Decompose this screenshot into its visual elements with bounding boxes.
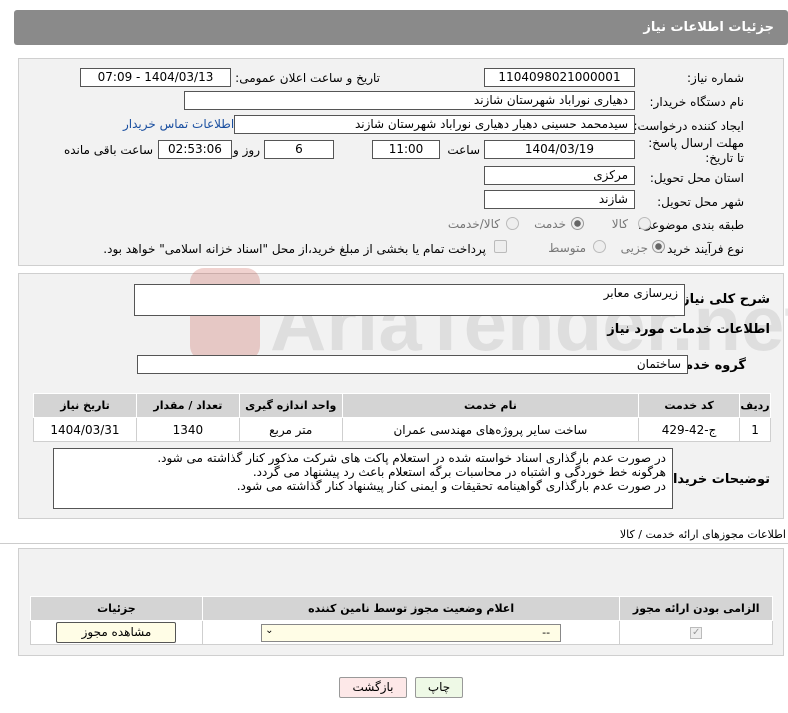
buyer-notes-label: توضیحات خریدار: xyxy=(660,472,770,487)
deadline-days-label: روز و xyxy=(233,143,260,157)
deadline-label: مهلت ارسال پاسخ: تا تاریخ: xyxy=(648,136,744,165)
category-option-goods: کالا xyxy=(611,217,628,231)
buyer-notes-box: در صورت عدم بارگذاری اسناد خواسته شده در… xyxy=(53,448,673,509)
requester-label: ایجاد کننده درخواست: xyxy=(633,119,744,133)
cell-unit: متر مربع xyxy=(238,417,343,442)
need-number-label: شماره نیاز: xyxy=(687,71,744,85)
treasury-note: پرداخت تمام یا بخشی از مبلغ خرید،از محل … xyxy=(103,242,486,256)
category-option-goods-service: کالا/خدمت xyxy=(447,217,500,231)
cell-code: ج-42-429 xyxy=(638,417,741,442)
table-row: 1 ج-42-429 ساخت سایر پروژه‌های مهندسی عم… xyxy=(33,417,771,442)
process-radio-medium[interactable] xyxy=(593,240,606,253)
permit-required-checkbox: ✓ xyxy=(690,627,703,639)
deadline-days-field: 6 xyxy=(264,140,334,159)
buyer-note-line: در صورت عدم بارگذاری اسناد خواسته شده در… xyxy=(157,451,666,465)
permit-status-cell: -- ⌄ xyxy=(201,620,621,645)
province-label: استان محل تحویل: xyxy=(649,171,744,185)
city-label: شهر محل تحویل: xyxy=(657,195,744,209)
permit-row: ✓ -- ⌄ مشاهده مجوز xyxy=(30,620,773,645)
process-radio-minor[interactable] xyxy=(652,240,665,253)
service-group-field: ساختمان xyxy=(137,355,688,374)
permit-col-required: الزامی بودن ارائه مجوز xyxy=(619,596,773,621)
permit-col-details: جزئیات xyxy=(30,596,203,621)
col-header-date: تاریخ نیاز xyxy=(33,393,137,418)
process-label: نوع فرآیند خرید : xyxy=(659,242,744,256)
treasury-checkbox[interactable] xyxy=(494,240,507,253)
permits-divider xyxy=(0,543,788,544)
cell-qty: 1340 xyxy=(135,417,240,442)
cell-name: ساخت سایر پروژه‌های مهندسی عمران xyxy=(341,417,640,442)
col-header-row: ردیف xyxy=(739,393,771,418)
city-field: شازند xyxy=(484,190,635,209)
category-label: طبقه بندی موضوعی: xyxy=(637,218,744,232)
buyer-label: نام دستگاه خریدار: xyxy=(649,95,745,109)
requester-field: سیدمحمد حسینی دهیار دهیاری نوراباد شهرست… xyxy=(234,115,635,134)
permit-status-value: -- xyxy=(542,625,551,639)
category-radio-service[interactable] xyxy=(571,217,584,230)
remaining-time-field: 02:53:06 xyxy=(158,140,232,159)
deadline-time-field: 11:00 xyxy=(372,140,440,159)
page-title: جزئیات اطلاعات نیاز xyxy=(14,10,788,45)
summary-label: شرح کلی نیاز: xyxy=(676,292,770,307)
col-header-qty: تعداد / مقدار xyxy=(135,393,240,418)
print-button[interactable]: چاپ xyxy=(415,677,463,698)
col-header-code: کد خدمت xyxy=(638,393,741,418)
category-radio-goods[interactable] xyxy=(638,217,651,230)
buyer-contact-link[interactable]: اطلاعات تماس خریدار xyxy=(123,117,234,131)
remaining-time-label: ساعت باقی مانده xyxy=(63,143,153,157)
announce-field: 1404/03/13 - 07:09 xyxy=(80,68,231,87)
back-button[interactable]: بازگشت xyxy=(339,677,407,698)
permits-title: اطلاعات مجوزهای ارائه خدمت / کالا xyxy=(619,528,786,541)
buyer-field: دهیاری نوراباد شهرستان شازند xyxy=(184,91,635,110)
permit-status-select[interactable]: -- ⌄ xyxy=(261,623,562,642)
chevron-down-icon: ⌄ xyxy=(265,624,274,636)
cell-row: 1 xyxy=(739,417,771,442)
col-header-name: نام خدمت xyxy=(341,393,640,418)
view-permit-button[interactable]: مشاهده مجوز xyxy=(56,622,177,643)
deadline-date-field: 1404/03/19 xyxy=(484,140,635,159)
permit-required-cell: ✓ xyxy=(619,620,773,645)
process-option-minor: جزیی xyxy=(620,241,648,255)
process-option-medium: متوسط xyxy=(548,241,586,255)
services-title: اطلاعات خدمات مورد نیاز xyxy=(607,322,770,337)
deadline-time-label: ساعت xyxy=(447,143,480,157)
permit-details-cell: مشاهده مجوز xyxy=(30,620,203,645)
buyer-note-line: در صورت عدم بارگذاری گواهینامه تحقیقات و… xyxy=(236,479,666,493)
announce-label: تاریخ و ساعت اعلان عمومی: xyxy=(235,71,380,85)
category-option-service: خدمت xyxy=(534,217,566,231)
need-number-field: 1104098021000001 xyxy=(484,68,635,87)
summary-field: زیرسازی معابر xyxy=(134,284,685,316)
cell-date: 1404/03/31 xyxy=(33,417,137,442)
buyer-note-line: هرگونه خط خوردگی و اشتباه در محاسبات برگ… xyxy=(252,465,666,479)
services-table: ردیف کد خدمت نام خدمت واحد اندازه گیری ت… xyxy=(33,393,771,442)
category-radio-goods-service[interactable] xyxy=(506,217,519,230)
permits-table: الزامی بودن ارائه مجوز اعلام وضعیت مجوز … xyxy=(30,596,773,645)
col-header-unit: واحد اندازه گیری xyxy=(238,393,343,418)
province-field: مرکزی xyxy=(484,166,635,185)
permit-col-status: اعلام وضعیت مجوز توسط نامین کننده xyxy=(201,596,621,621)
